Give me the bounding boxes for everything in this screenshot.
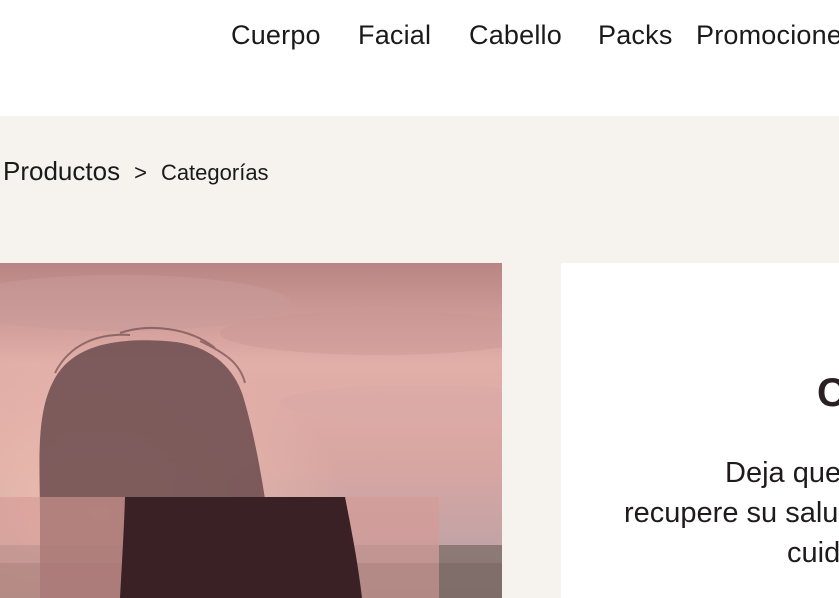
breadcrumb: Productos > Categorías (3, 156, 269, 187)
category-description-panel: C Deja que recupere su salu cuid (561, 263, 839, 598)
panel-text-line-3: cuid (787, 537, 839, 569)
category-section: Productos > Categorías C Deja que recupe… (0, 116, 839, 598)
nav-item-promociones[interactable]: Promocione (696, 20, 839, 51)
nav-item-cabello[interactable]: Cabello (469, 20, 562, 51)
panel-heading: C (817, 371, 839, 415)
panel-text-line-2: recupere su salu (624, 497, 839, 529)
nav-item-cuerpo[interactable]: Cuerpo (231, 20, 321, 51)
breadcrumb-separator: > (134, 160, 147, 185)
nav-item-facial[interactable]: Facial (358, 20, 431, 51)
breadcrumb-categorias: Categorías (160, 160, 269, 185)
nav-item-packs[interactable]: Packs (598, 20, 673, 51)
photo-hero (0, 263, 502, 598)
top-navigation: Cuerpo Facial Cabello Packs Promocione (0, 0, 839, 116)
hero-image (0, 263, 502, 598)
breadcrumb-productos[interactable]: Productos (3, 156, 120, 187)
panel-text-line-1: Deja que (725, 457, 839, 489)
